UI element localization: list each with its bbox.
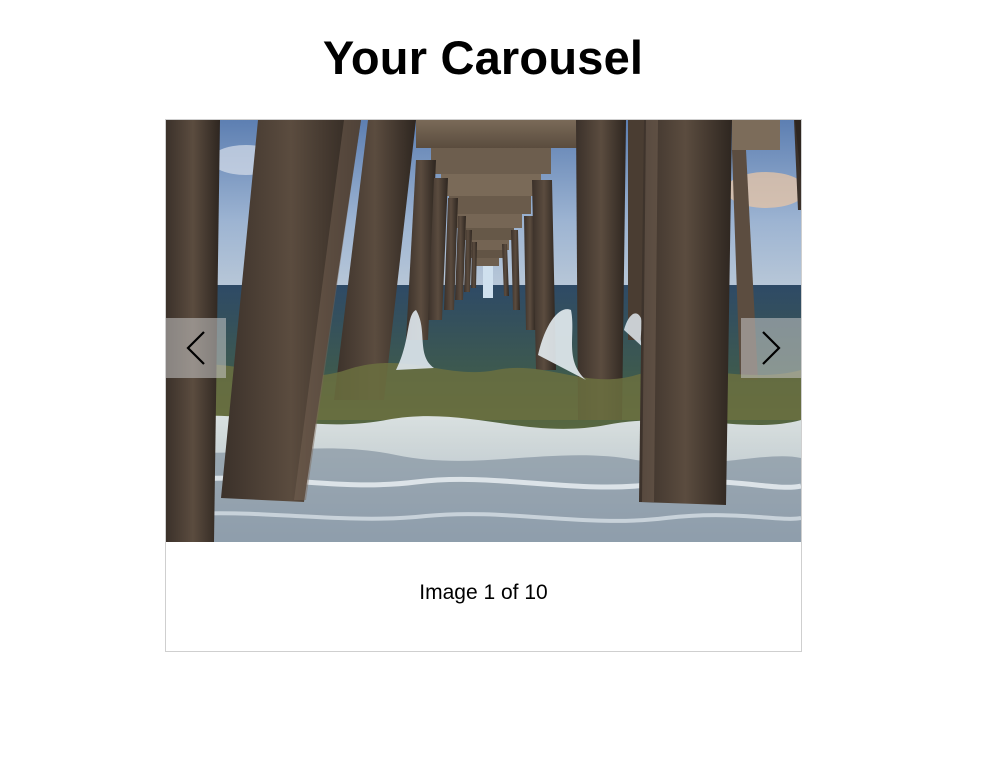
chevron-left-icon (186, 331, 205, 365)
carousel: Image 1 of 10 (165, 119, 802, 652)
carousel-slide-image (166, 120, 801, 542)
next-slide-button[interactable] (741, 318, 801, 378)
page-title: Your Carousel (322, 31, 644, 84)
slide-counter-text: Image 1 of 10 (419, 580, 548, 604)
slide-caption: Image 1 of 10 (166, 542, 801, 651)
chevron-right-icon (762, 331, 781, 365)
previous-slide-button[interactable] (166, 318, 226, 378)
